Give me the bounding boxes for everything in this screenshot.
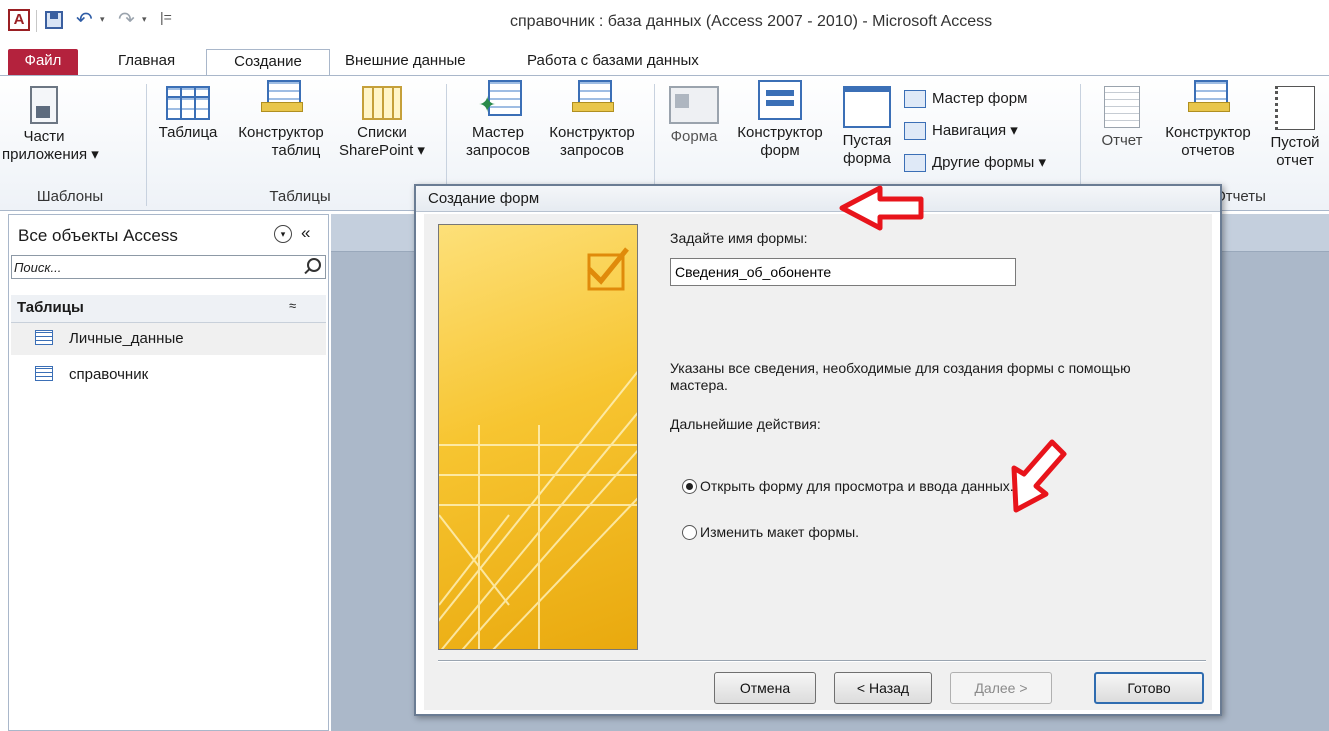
table-design-button[interactable]: Конструктор таблиц xyxy=(228,80,334,160)
radio-button-checked[interactable] xyxy=(682,479,697,494)
form-button[interactable]: Форма xyxy=(662,86,726,146)
report-design-icon xyxy=(1186,80,1230,120)
nav-item-personal-data[interactable]: Личные_данные xyxy=(11,323,326,355)
nav-pane-title: Все объекты Access xyxy=(18,226,178,245)
collapse-pane-icon[interactable]: « xyxy=(301,223,310,243)
back-button[interactable]: < Назад xyxy=(834,672,932,704)
table-icon xyxy=(166,86,210,120)
form-name-label: Задайте имя формы: xyxy=(670,230,808,246)
finish-button[interactable]: Готово xyxy=(1094,672,1204,704)
navigation-icon xyxy=(904,122,926,141)
dialog-body: Задайте имя формы: Указаны все сведения,… xyxy=(424,214,1212,710)
more-forms-icon xyxy=(904,154,926,173)
query-design-button[interactable]: Конструктор запросов xyxy=(538,80,646,160)
nav-item-directory[interactable]: справочник xyxy=(11,359,326,391)
form-name-input[interactable] xyxy=(670,258,1016,286)
form-wizard-button[interactable]: Мастер форм xyxy=(904,90,1027,109)
next-button[interactable]: Далее > xyxy=(950,672,1052,704)
sharepoint-list-icon xyxy=(362,86,402,120)
customize-toolbar-icon[interactable]: |= xyxy=(160,9,172,25)
tab-external-data[interactable]: Внешние данные xyxy=(335,49,476,75)
blank-report-icon xyxy=(1275,86,1315,130)
query-wizard-button[interactable]: Мастер запросов xyxy=(460,80,536,160)
chevron-up-icon[interactable]: ≈ xyxy=(289,298,296,313)
nav-pane-header[interactable]: Все объекты Access ▾ « xyxy=(9,215,328,253)
table-icon xyxy=(35,366,53,381)
more-forms-button[interactable]: Другие формы ▾ xyxy=(904,154,1046,173)
report-design-button[interactable]: Конструктор отчетов xyxy=(1154,80,1262,160)
undo-icon[interactable]: ↶ xyxy=(76,7,93,32)
blank-report-button[interactable]: Пустой отчет xyxy=(1264,86,1326,170)
table-icon xyxy=(35,330,53,345)
tab-file[interactable]: Файл xyxy=(8,49,78,75)
ribbon-tabs: Файл Главная Создание Внешние данные Раб… xyxy=(0,44,1329,77)
app-parts-icon xyxy=(30,86,58,124)
access-app-icon[interactable]: A xyxy=(8,9,30,31)
table-design-icon xyxy=(259,80,303,120)
cancel-button[interactable]: Отмена xyxy=(714,672,816,704)
open-form-option-label: Открыть форму для просмотра и ввода данн… xyxy=(700,478,1014,494)
search-input[interactable] xyxy=(14,257,294,277)
search-icon[interactable] xyxy=(307,258,321,272)
query-wizard-icon xyxy=(476,80,522,120)
form-wizard-icon xyxy=(904,90,926,109)
tab-create[interactable]: Создание xyxy=(206,49,330,77)
title-bar: A ↶ ▾ ↷ ▾ |= справочник : база данных (A… xyxy=(0,0,1329,44)
app-parts-button[interactable]: Части приложения ▾ xyxy=(2,86,99,164)
next-actions-label: Дальнейшие действия: xyxy=(670,416,821,432)
edit-layout-option-label: Изменить макет формы. xyxy=(700,524,860,540)
search-box xyxy=(11,255,326,279)
divider xyxy=(438,660,1206,661)
table-button[interactable]: Таблица xyxy=(150,86,226,142)
wizard-decoration xyxy=(439,247,637,649)
form-wizard-dialog: Создание форм Задайте имя формы: Сведени… xyxy=(414,184,1222,716)
navigation-pane: Все объекты Access ▾ « Таблицы ≈ Личные_… xyxy=(8,214,329,731)
tab-database-tools[interactable]: Работа с базами данных xyxy=(517,49,709,75)
tab-home[interactable]: Главная xyxy=(108,49,185,75)
divider xyxy=(146,84,147,206)
undo-dropdown-icon[interactable]: ▾ xyxy=(100,14,105,25)
group-label-templates: Шаблоны xyxy=(36,188,104,205)
dialog-title-bar[interactable]: Создание форм xyxy=(416,186,1220,212)
divider xyxy=(36,10,37,32)
report-button[interactable]: Отчет xyxy=(1092,86,1152,150)
chevron-down-icon[interactable]: ▾ xyxy=(274,225,292,243)
radio-button-unchecked[interactable] xyxy=(682,525,697,540)
blank-form-icon xyxy=(843,86,891,128)
report-icon xyxy=(1104,86,1140,128)
blank-form-button[interactable]: Пустая форма xyxy=(836,86,898,168)
save-icon[interactable] xyxy=(45,11,63,29)
query-design-icon xyxy=(570,80,614,120)
window-title: справочник : база данных (Access 2007 - … xyxy=(510,13,993,30)
form-icon xyxy=(669,86,719,124)
form-design-icon xyxy=(758,80,802,120)
sharepoint-lists-button[interactable]: Списки SharePoint ▾ xyxy=(338,86,426,160)
info-text: Указаны все сведения, необходимые для со… xyxy=(670,360,1131,393)
redo-icon[interactable]: ↷ xyxy=(118,7,135,32)
form-design-button[interactable]: Конструктор форм xyxy=(728,80,832,160)
navigation-button[interactable]: Навигация ▾ xyxy=(904,122,1018,141)
nav-group-tables[interactable]: Таблицы ≈ xyxy=(11,295,326,323)
nav-group-label: Таблицы xyxy=(17,299,84,316)
dialog-title: Создание форм xyxy=(428,190,540,207)
redo-dropdown-icon[interactable]: ▾ xyxy=(142,14,147,25)
group-label-tables: Таблицы xyxy=(269,188,331,205)
wizard-image xyxy=(438,224,638,650)
